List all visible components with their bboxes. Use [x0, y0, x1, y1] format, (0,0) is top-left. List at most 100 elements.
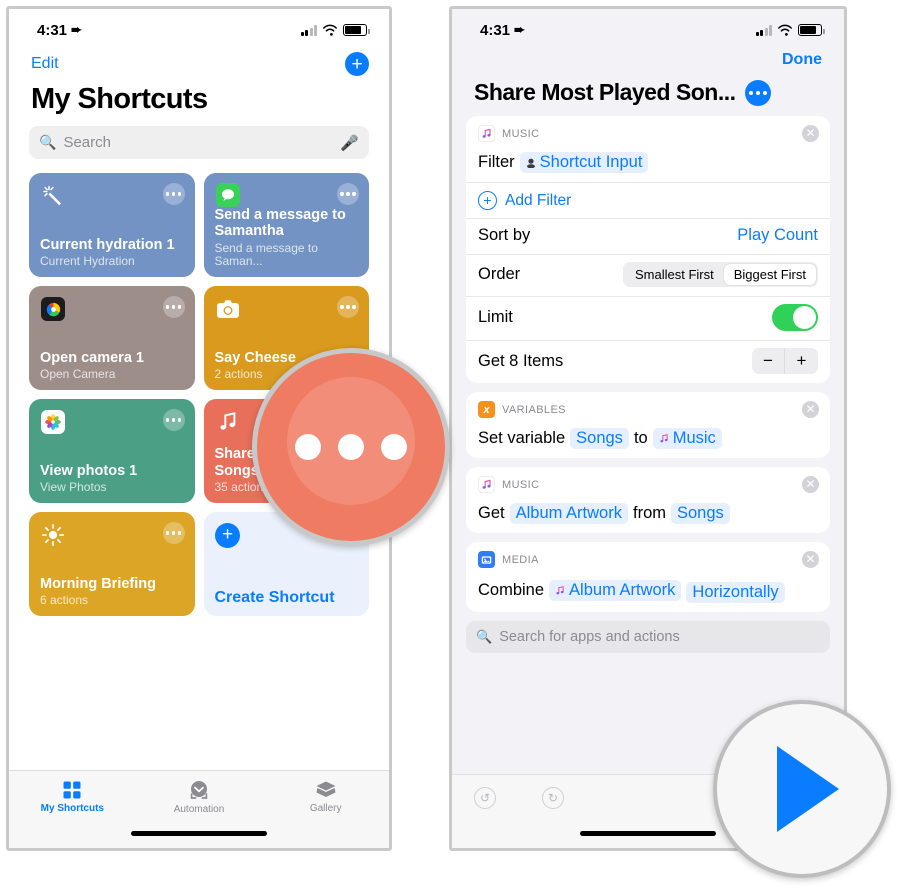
card-title: View photos 1 — [40, 462, 138, 479]
shortcut-card-open-camera[interactable]: Open camera 1 Open Camera — [29, 286, 195, 390]
battery-icon — [798, 24, 825, 36]
play-triangle-icon — [777, 746, 839, 832]
status-left: 4:31 ➨ — [480, 22, 525, 39]
battery-icon — [343, 24, 370, 36]
action-category: MUSIC — [502, 127, 540, 140]
location-arrow-icon: ➨ — [71, 22, 82, 37]
close-circle-icon[interactable]: ✕ — [802, 125, 819, 142]
close-circle-icon[interactable]: ✕ — [802, 476, 819, 493]
card-subtitle: Current Hydration — [40, 253, 135, 268]
tab-list: My Shortcuts Automation Gallery — [9, 771, 389, 823]
add-filter-label: Add Filter — [505, 191, 572, 209]
sun-icon — [40, 522, 66, 548]
ellipsis-circle-icon[interactable] — [744, 79, 771, 106]
magic-wand-icon — [40, 183, 66, 209]
edit-button[interactable]: Edit — [31, 55, 59, 73]
ellipsis-icon[interactable] — [337, 183, 359, 205]
token-songs[interactable]: Songs — [670, 503, 730, 524]
tab-label: Gallery — [309, 803, 342, 814]
plus-circle-outline-icon: + — [478, 191, 497, 210]
done-button[interactable]: Done — [782, 51, 822, 75]
action-row-sort-by[interactable]: Sort by Play Count — [466, 218, 830, 254]
action-card-set-variable[interactable]: x VARIABLES ✕ Set variable Songs to Musi… — [466, 392, 830, 458]
tab-automation[interactable]: Automation — [136, 771, 263, 823]
token-album-artwork[interactable]: Album Artwork — [509, 503, 628, 524]
stepper-plus-button[interactable]: + — [785, 348, 818, 374]
row-label: Combine — [478, 581, 545, 599]
search-input[interactable]: 🔍 Search 🎤 — [29, 126, 369, 159]
segment-biggest-first[interactable]: Biggest First — [723, 264, 816, 285]
shortcut-input-icon — [526, 158, 535, 168]
close-circle-icon[interactable]: ✕ — [802, 401, 819, 418]
action-category: MUSIC — [502, 478, 540, 491]
action-row-set-variable[interactable]: Set variable Songs to Music — [466, 421, 830, 458]
card-text: Send a message to Samantha Send a messag… — [215, 207, 359, 268]
undo-icon[interactable]: ↺ — [474, 787, 496, 809]
callout-inner-glow — [287, 377, 415, 506]
tab-my-shortcuts[interactable]: My Shortcuts — [9, 771, 136, 823]
action-card-combine-images[interactable]: MEDIA ✕ Combine Album Artwork Horizontal… — [466, 542, 830, 612]
row-label: Set variable — [478, 429, 566, 447]
card-text: Open camera 1 Open Camera — [40, 350, 184, 381]
action-card-get-album-artwork[interactable]: MUSIC ✕ Get Album Artwork from Songs — [466, 467, 830, 533]
ellipsis-icon[interactable] — [337, 296, 359, 318]
plus-circle-icon: + — [215, 522, 241, 548]
action-search-input[interactable]: 🔍 Search for apps and actions — [466, 621, 830, 653]
actions-list: MUSIC ✕ Filter Shortcut Input + Add Filt… — [452, 116, 844, 612]
music-note-icon — [660, 434, 668, 443]
token-songs[interactable]: Songs — [570, 428, 629, 449]
action-row-add-filter[interactable]: + Add Filter — [466, 182, 830, 218]
shortcut-card-morning-briefing[interactable]: Morning Briefing 6 actions — [29, 512, 195, 616]
messages-app-icon — [215, 183, 241, 208]
ellipsis-icon[interactable] — [162, 409, 185, 431]
plus-icon[interactable]: + — [345, 52, 369, 76]
row-label: Limit — [478, 308, 513, 326]
tab-bar: My Shortcuts Automation Gallery — [9, 770, 389, 848]
search-placeholder: Search for apps and actions — [499, 629, 680, 645]
token-label: Music — [672, 429, 716, 447]
action-row-get-artwork[interactable]: Get Album Artwork from Songs — [466, 496, 830, 533]
action-row-limit[interactable]: Limit — [466, 296, 830, 340]
music-note-icon — [556, 586, 564, 595]
segment-smallest-first[interactable]: Smallest First — [625, 264, 724, 285]
order-segmented-control[interactable]: Smallest First Biggest First — [623, 262, 818, 287]
play-callout[interactable] — [713, 700, 891, 878]
tab-gallery[interactable]: Gallery — [262, 771, 389, 823]
items-stepper[interactable]: − + — [752, 348, 818, 374]
status-right — [755, 24, 825, 36]
cellular-icon — [300, 24, 317, 36]
token-horizontally[interactable]: Horizontally — [686, 582, 785, 603]
card-subtitle: View Photos — [40, 479, 107, 494]
token-music[interactable]: Music — [652, 428, 722, 449]
sort-by-value[interactable]: Play Count — [737, 226, 818, 245]
redo-icon[interactable]: ↻ — [542, 787, 564, 809]
token-shortcut-input[interactable]: Shortcut Input — [519, 152, 649, 173]
row-label: Get 8 Items — [478, 351, 564, 370]
shortcut-card-current-hydration[interactable]: Current hydration 1 Current Hydration — [29, 173, 195, 277]
navigation-bar: Edit + — [9, 45, 389, 79]
action-card-music-filter[interactable]: MUSIC ✕ Filter Shortcut Input + Add Filt… — [466, 116, 830, 383]
action-row-combine[interactable]: Combine Album Artwork Horizontally — [466, 571, 830, 612]
shortcut-card-send-message[interactable]: Send a message to Samantha Send a messag… — [203, 173, 369, 277]
status-time: 4:31 — [37, 21, 68, 39]
action-category: MEDIA — [502, 553, 539, 566]
limit-toggle[interactable] — [772, 304, 818, 331]
shortcut-card-view-photos[interactable]: View photos 1 View Photos — [29, 399, 195, 503]
action-row-get-items[interactable]: Get 8 Items − + — [466, 340, 830, 383]
action-row-filter[interactable]: Filter Shortcut Input — [466, 145, 830, 182]
halide-camera-app-icon — [40, 296, 66, 322]
stepper-minus-button[interactable]: − — [752, 348, 785, 374]
ellipsis-callout[interactable] — [252, 348, 450, 546]
card-title: Send a message to Samantha — [214, 207, 346, 240]
status-left: 4:31 ➨ — [37, 22, 82, 39]
close-circle-icon[interactable]: ✕ — [802, 551, 819, 568]
card-text: View photos 1 View Photos — [40, 463, 184, 494]
ellipsis-icon[interactable] — [162, 183, 185, 205]
microphone-icon[interactable]: 🎤 — [340, 134, 359, 152]
action-row-order[interactable]: Order Smallest First Biggest First — [466, 254, 830, 296]
status-time: 4:31 — [480, 21, 511, 39]
ellipsis-icon[interactable] — [162, 522, 185, 544]
ellipsis-icon[interactable] — [162, 296, 185, 318]
card-title: Morning Briefing — [40, 575, 156, 592]
token-album-artwork[interactable]: Album Artwork — [549, 580, 682, 601]
